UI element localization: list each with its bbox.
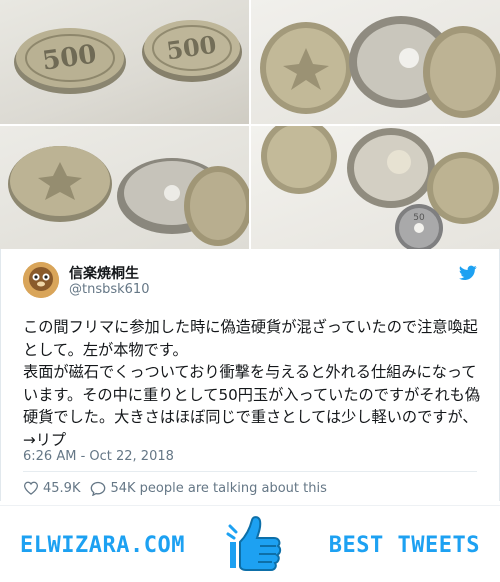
display-name[interactable]: 信楽焼桐生: [69, 263, 139, 283]
tweet-media-grid[interactable]: 500 500 50: [0, 0, 500, 249]
talking-count: 54K people are talking about this: [110, 480, 327, 496]
tweet-text: この間フリマに参加した時に偽造硬貨が混ざっていたので注意喚起として。左が本物です…: [23, 318, 481, 449]
heart-icon: [23, 481, 39, 495]
talking-link[interactable]: 54K people are talking about this: [90, 480, 327, 496]
user-handle[interactable]: @tnsbsk610: [69, 282, 149, 297]
coin-label-50: 50: [413, 213, 425, 223]
tweet-timestamp[interactable]: 6:26 AM - Oct 22, 2018: [23, 449, 174, 464]
coin-photo-1[interactable]: 500 500: [0, 0, 249, 124]
comment-icon: [91, 481, 106, 496]
thumbs-up-icon: [226, 516, 282, 571]
tweet-card[interactable]: 信楽焼桐生 @tnsbsk610 この間フリマに参加した時に偽造硬貨が混ざってい…: [0, 249, 500, 501]
brand-text[interactable]: ELWIZARA.COM: [20, 533, 185, 558]
coin-photo-4[interactable]: 50: [251, 126, 500, 249]
best-tweets-text: BEST TWEETS: [328, 533, 480, 558]
twitter-bird-icon[interactable]: [459, 265, 477, 281]
footer-banner: ELWIZARA.COM BEST TWEETS: [0, 505, 500, 582]
divider: [23, 471, 477, 472]
like-count: 45.9K: [43, 480, 81, 496]
tweet-actions: 45.9K 54K people are talking about this: [23, 479, 327, 497]
like-button[interactable]: 45.9K: [23, 481, 80, 496]
coin-photo-2[interactable]: [251, 0, 500, 124]
coin-photo-3[interactable]: [0, 126, 249, 249]
avatar[interactable]: [23, 262, 59, 298]
